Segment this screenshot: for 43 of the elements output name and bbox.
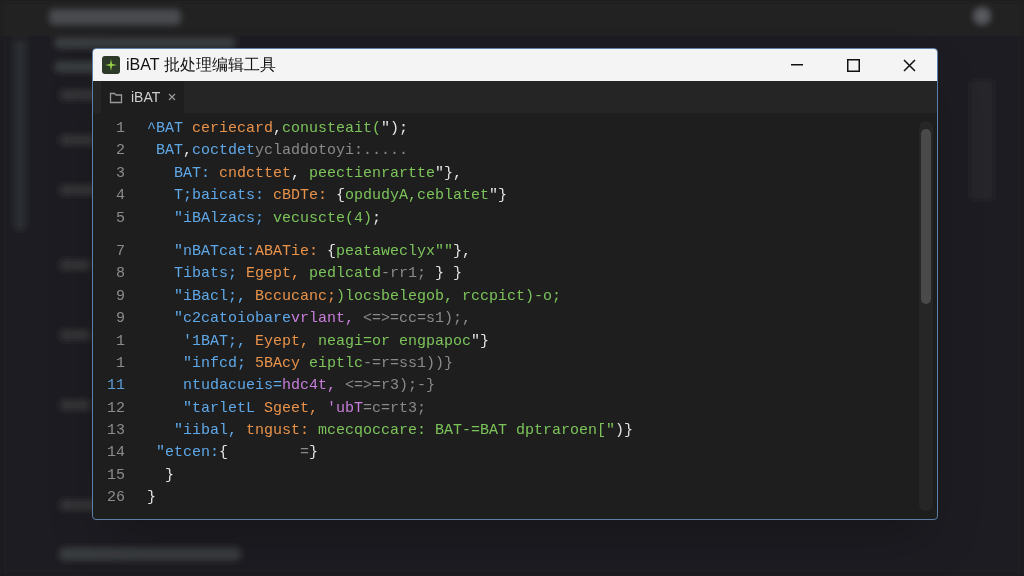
window-title: iBAT 批处理编辑工具 xyxy=(126,55,276,75)
line-number: 5 xyxy=(115,208,125,229)
code-line: "iibal, tngust: mcecqoccare: BAT-=BAT dptraroen[")} xyxy=(173,421,634,442)
close-icon[interactable] xyxy=(168,93,177,101)
code-line: Tibats; Egept, pedlcatd-rr1; } } xyxy=(173,264,463,285)
code-line: "c2catoiobarevrlant, <=>=cc=s1);, xyxy=(173,309,472,330)
scrollbar-thumb[interactable] xyxy=(921,129,931,304)
line-number: 13 xyxy=(106,421,125,442)
code-line: BAT: cndcttet, peectienrartte"}, xyxy=(173,163,463,184)
line-number: 12 xyxy=(106,398,125,419)
code-line: "tarletL Sgeet, 'ubT=c=rt3; xyxy=(182,398,427,419)
tab-label: iBAT xyxy=(131,87,161,107)
maximize-icon xyxy=(846,58,860,72)
code-line: T;baicats: cBDTe: {opdudyA,ceblatet"} xyxy=(173,186,508,207)
line-number: 26 xyxy=(106,488,125,509)
code-line: } xyxy=(147,488,156,509)
code-line: ^BAT ceriecard,conusteait("); xyxy=(147,119,409,139)
code-line: "etcen:{ =} xyxy=(155,443,319,464)
code-line: "iBAlzacs; vecuscte(4); xyxy=(173,208,382,229)
line-number: 14 xyxy=(106,443,125,464)
editor-tab[interactable]: iBAT xyxy=(101,81,185,113)
line-number: 9 xyxy=(115,309,125,330)
line-number: 7 xyxy=(115,241,125,262)
code-line: "infcd; 5BAcy eiptlc-=r=ss1))} xyxy=(182,353,454,374)
line-number: 3 xyxy=(115,163,125,184)
line-number: 9 xyxy=(115,286,125,307)
line-number: 1 xyxy=(115,119,125,139)
line-number: 15 xyxy=(106,465,125,486)
line-number: 1 xyxy=(115,353,125,374)
line-number: 1 xyxy=(115,331,125,352)
code-line: BAT,coctdetycladdotoyi:..... xyxy=(155,141,409,162)
minimize-icon xyxy=(791,64,803,66)
line-number: 2 xyxy=(115,141,125,162)
line-number: 11 xyxy=(106,376,125,397)
app-icon xyxy=(102,56,120,74)
code-line: "nBATcat:ABATie: {peataweclyx""}, xyxy=(173,241,472,262)
code-line: ntudacueis=hdc4t, <=>=r3);-} xyxy=(182,376,436,397)
line-number: 4 xyxy=(115,186,125,207)
code-line: } xyxy=(164,465,174,486)
close-icon xyxy=(902,58,916,72)
code-line: "iBacl;, Bccucanc;)locsbelegob, rccpict)-o; xyxy=(173,286,562,307)
line-number: 8 xyxy=(115,264,125,285)
code-line: '1BAT;, Eyept, neagi=or engpapoc"} xyxy=(182,331,490,352)
